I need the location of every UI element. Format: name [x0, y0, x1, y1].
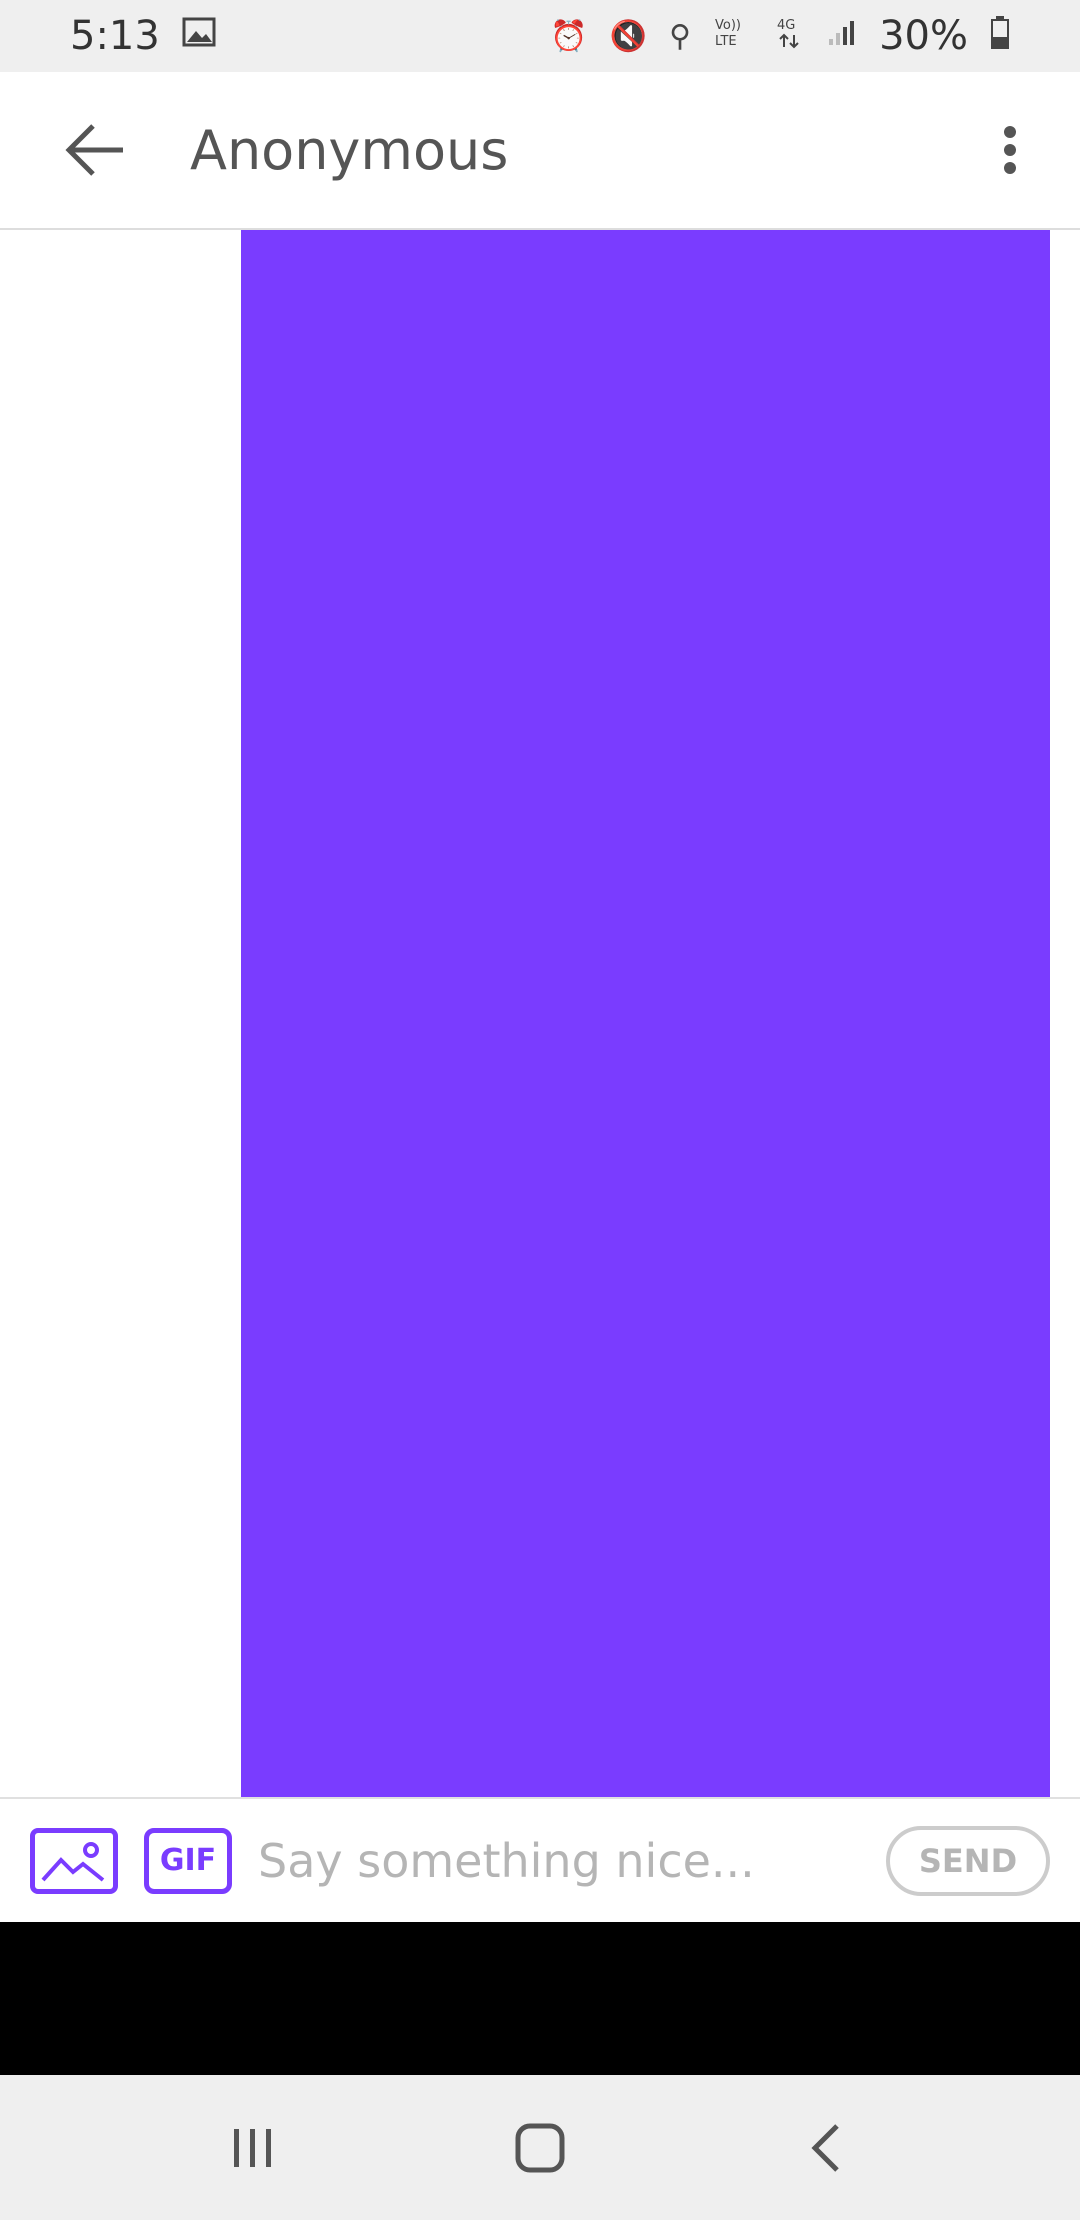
vibrate-icon: 🔇: [609, 18, 648, 54]
image-icon: [41, 1841, 105, 1882]
home-icon: [515, 2123, 565, 2172]
gif-button[interactable]: GIF: [144, 1827, 232, 1894]
attach-image-button[interactable]: [30, 1827, 118, 1894]
composer: GIF SEND: [0, 1797, 1080, 1922]
recent-apps-icon: [234, 2128, 272, 2167]
message-thread[interactable]: [0, 230, 1080, 1797]
volte-icon: Vo)) LTE: [713, 15, 753, 57]
home-button[interactable]: [480, 2098, 600, 2198]
more-options-button[interactable]: [960, 90, 1060, 210]
back-nav-button[interactable]: [767, 2098, 887, 2198]
battery-percent: 30%: [879, 13, 968, 59]
keyboard-area: [0, 1922, 1080, 2075]
4g-icon: 4G: [775, 15, 805, 57]
app-bar: Anonymous: [0, 72, 1080, 230]
send-button[interactable]: SEND: [886, 1825, 1050, 1896]
more-options-icon: [1004, 126, 1016, 174]
status-left: 5:13: [70, 13, 216, 59]
alarm-icon: ⏰: [550, 18, 588, 54]
chevron-left-icon: [811, 2123, 839, 2172]
svg-text:4G: 4G: [777, 18, 795, 33]
image-icon: [182, 17, 216, 55]
back-arrow-icon: [65, 124, 123, 176]
status-time: 5:13: [70, 13, 160, 59]
message-input[interactable]: [258, 1820, 860, 1901]
status-bar: 5:13 ⏰ 🔇 ⚲ Vo)) LTE 4G 30%: [0, 0, 1080, 72]
battery-icon: [990, 15, 1010, 57]
message-bubble: [241, 230, 1050, 1797]
navigation-bar: [0, 2075, 1080, 2220]
svg-text:Vo)): Vo)): [715, 18, 741, 33]
conversation-title: Anonymous: [190, 118, 509, 182]
status-right: ⏰ 🔇 ⚲ Vo)) LTE 4G 30%: [550, 13, 1010, 59]
signal-icon: [827, 17, 857, 55]
svg-text:LTE: LTE: [715, 34, 737, 49]
location-icon: ⚲: [669, 18, 692, 54]
back-button[interactable]: [20, 90, 170, 210]
recent-apps-button[interactable]: [193, 2098, 313, 2198]
